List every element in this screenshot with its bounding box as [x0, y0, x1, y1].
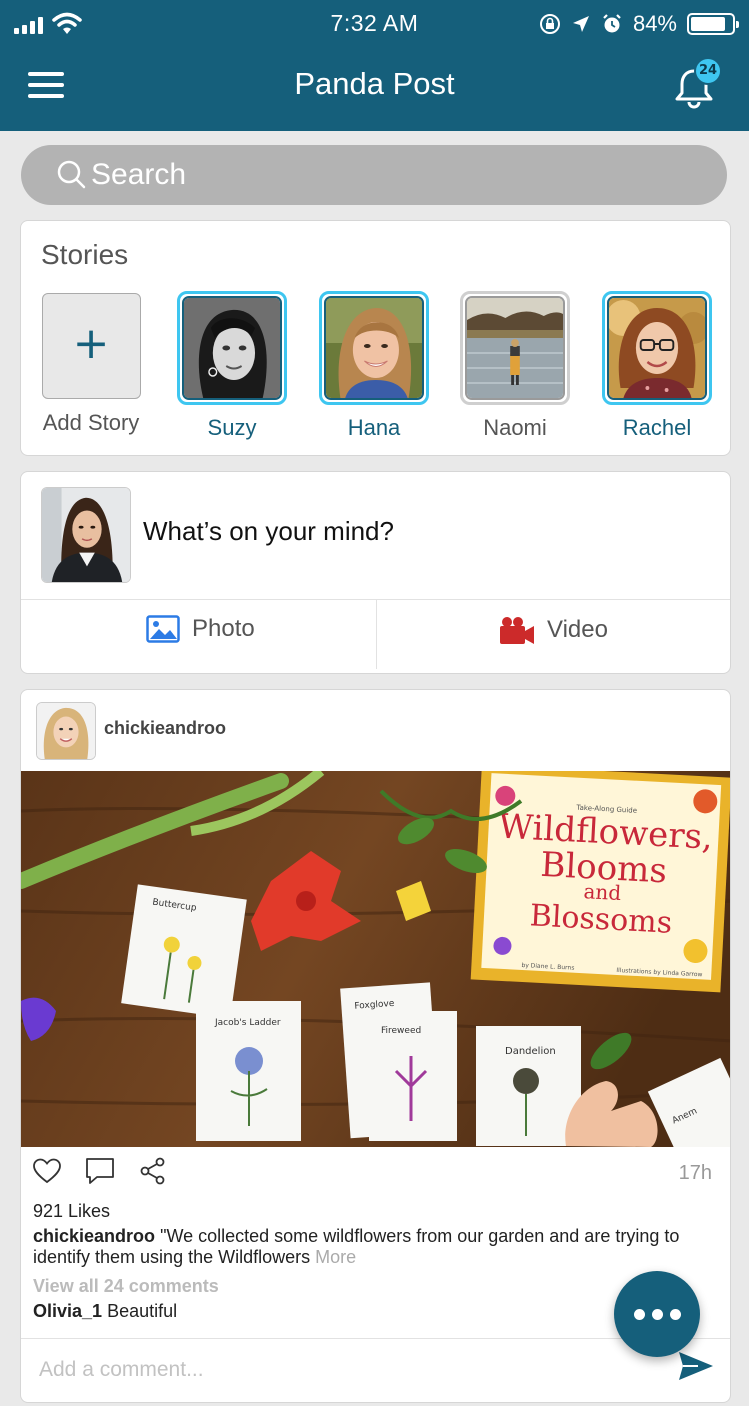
status-right: 84%: [539, 11, 739, 37]
story-name: Suzy: [207, 415, 257, 440]
video-camera-icon: [500, 617, 534, 644]
photo-label: Photo: [192, 615, 255, 642]
stories-title: Stories: [41, 239, 129, 270]
comment-username[interactable]: Olivia_1: [33, 1301, 102, 1321]
story-thumbnail[interactable]: [177, 291, 287, 405]
stories-card: Stories + Add Story Suzy Hana Naomi Rach…: [20, 220, 731, 456]
post-username[interactable]: chickieandroo: [104, 718, 226, 739]
photo-button[interactable]: Photo: [146, 615, 255, 643]
story-thumbnail[interactable]: [602, 291, 712, 405]
story-name: Naomi: [483, 415, 547, 440]
post-composer: What’s on your mind? Photo Video: [20, 471, 731, 674]
rotation-lock-icon: [539, 14, 560, 34]
story-rachel[interactable]: Rachel: [602, 291, 712, 441]
dot-icon: [651, 1308, 663, 1320]
photo-icon: [146, 615, 180, 643]
naomi-avatar: [467, 298, 563, 398]
comment-text: Beautiful: [107, 1301, 178, 1321]
story-suzy[interactable]: Suzy: [177, 291, 287, 441]
app-title: Panda Post: [294, 66, 455, 101]
post-actions: [33, 1157, 167, 1185]
send-icon[interactable]: [678, 1351, 714, 1381]
location-arrow-icon: [572, 16, 589, 32]
add-story-label: Add Story: [42, 410, 140, 435]
composer-prompt[interactable]: What’s on your mind?: [143, 516, 394, 547]
status-bar: 7:32 AM 84%: [0, 8, 749, 42]
story-hana[interactable]: Hana: [319, 291, 429, 441]
search-icon: [57, 160, 86, 189]
post-caption: chickieandroo "We collected some wildflo…: [33, 1226, 713, 1268]
post-user-avatar[interactable]: [36, 702, 96, 760]
story-name: Hana: [347, 415, 401, 440]
post-time: 17h: [678, 1162, 712, 1184]
battery-icon: [687, 13, 739, 35]
dot-icon: [633, 1308, 645, 1320]
book-title-line: Blossoms: [529, 898, 673, 940]
story-thumbnail[interactable]: [319, 291, 429, 405]
story-thumbnail[interactable]: [460, 291, 570, 405]
suzy-avatar: [184, 298, 280, 398]
caption-username[interactable]: chickieandroo: [33, 1226, 155, 1246]
app-header: 7:32 AM 84% Panda Post 24: [0, 0, 749, 131]
hana-avatar: [326, 298, 422, 398]
add-story-button[interactable]: + Add Story: [36, 291, 146, 436]
card-label: Dandelion: [505, 1046, 556, 1057]
comment: Olivia_1 Beautiful: [33, 1301, 177, 1322]
current-user-avatar[interactable]: [41, 487, 131, 583]
post-image[interactable]: Take-Along Guide Wildflowers, Blooms and…: [21, 771, 730, 1147]
more-options-button[interactable]: [614, 1271, 700, 1357]
share-icon[interactable]: [139, 1157, 167, 1185]
video-label: Video: [547, 616, 608, 643]
view-comments-link[interactable]: View all 24 comments: [33, 1276, 219, 1297]
search-bar[interactable]: [21, 145, 727, 205]
card-label: Jacob's Ladder: [214, 1018, 281, 1028]
comment-icon[interactable]: [85, 1157, 115, 1185]
card-label: Fireweed: [381, 1026, 421, 1036]
story-naomi[interactable]: Naomi: [460, 291, 570, 441]
comment-input[interactable]: [39, 1350, 639, 1390]
add-story-box[interactable]: +: [41, 293, 141, 399]
notification-badge: 24: [694, 57, 722, 85]
battery-percent: 84%: [632, 11, 677, 36]
more-link[interactable]: More: [315, 1247, 356, 1267]
heart-icon[interactable]: [33, 1158, 61, 1184]
plus-icon: +: [72, 318, 110, 369]
dot-icon: [669, 1308, 681, 1320]
likes-count[interactable]: 921 Likes: [33, 1201, 110, 1222]
search-input[interactable]: [91, 153, 691, 197]
video-button[interactable]: Video: [499, 615, 608, 645]
rachel-avatar: [609, 298, 705, 398]
story-name: Rachel: [622, 415, 692, 440]
alarm-icon: [603, 14, 621, 33]
